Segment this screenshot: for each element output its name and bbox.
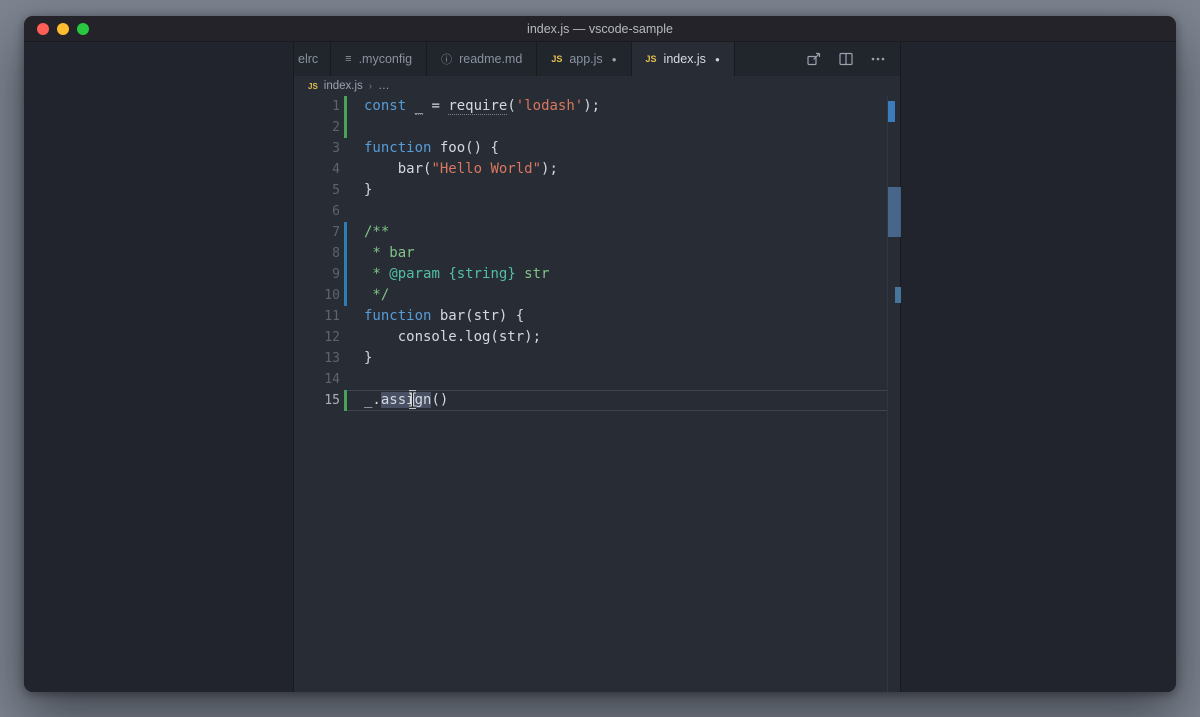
breadcrumb: JS index.js › …	[294, 76, 900, 96]
chevron-right-icon: ›	[369, 81, 372, 92]
line-number: 6	[294, 201, 340, 222]
markdown-info-icon: ⓘ	[441, 51, 452, 67]
tab-elrc[interactable]: elrc	[294, 42, 331, 76]
code-text[interactable]: }	[347, 348, 887, 369]
line-number: 12	[294, 327, 340, 348]
window-body: elrc ≡ .myconfig ⓘ readme.md JS app.js ● JS index…	[24, 42, 1176, 692]
code-line-10: 10 */	[294, 285, 887, 306]
tab-readme.md[interactable]: ⓘ readme.md	[427, 42, 537, 76]
code-text[interactable]: const _ = require('lodash');	[347, 96, 887, 117]
code-text[interactable]: function foo() {	[347, 138, 887, 159]
code-text[interactable]: function bar(str) {	[347, 306, 887, 327]
code-editor: 1 const _ = require('lodash'); 23 function …	[294, 96, 900, 692]
modified-dot-icon[interactable]: ●	[612, 55, 617, 64]
window-title: index.js — vscode-sample	[527, 22, 673, 36]
sidebar-panel	[24, 42, 294, 692]
code-line-3: 3 function foo() {	[294, 138, 887, 159]
line-number: 8	[294, 243, 340, 264]
code-lines: 1 const _ = require('lodash'); 23 function …	[294, 96, 887, 692]
code-line-8: 8 * bar	[294, 243, 887, 264]
line-number: 15	[294, 390, 340, 411]
tab-label: .myconfig	[359, 52, 413, 66]
code-text[interactable]: console.log(str);	[347, 327, 887, 348]
code-text[interactable]: */	[347, 285, 887, 306]
code-line-14: 14	[294, 369, 887, 390]
code-line-1: 1 const _ = require('lodash');	[294, 96, 887, 117]
line-number: 9	[294, 264, 340, 285]
js-file-icon: JS	[551, 54, 562, 64]
overview-ruler-mark	[888, 101, 895, 122]
overview-ruler[interactable]	[887, 96, 900, 692]
close-button[interactable]	[37, 23, 49, 35]
js-file-icon: JS	[646, 54, 657, 64]
overview-ruler-mark	[895, 287, 901, 303]
code-line-2: 2	[294, 117, 887, 138]
modified-dot-icon[interactable]: ●	[715, 55, 720, 64]
code-text[interactable]	[347, 369, 887, 390]
line-number: 2	[294, 117, 340, 138]
code-text[interactable]: * bar	[347, 243, 887, 264]
tab-index.js[interactable]: JS index.js ●	[632, 42, 735, 76]
code-line-9: 9 * @param {string} str	[294, 264, 887, 285]
open-changes-icon[interactable]	[805, 51, 822, 68]
code-line-4: 4 bar("Hello World");	[294, 159, 887, 180]
tab-.myconfig[interactable]: ≡ .myconfig	[331, 42, 427, 76]
overview-ruler-mark	[888, 187, 901, 237]
line-number: 10	[294, 285, 340, 306]
tab-label: index.js	[664, 52, 706, 66]
code-text[interactable]	[347, 117, 887, 138]
code-text[interactable]: _.assign()	[347, 390, 887, 411]
code-text[interactable]: bar("Hello World");	[347, 159, 887, 180]
js-file-icon: JS	[308, 82, 318, 91]
editor-group: elrc ≡ .myconfig ⓘ readme.md JS app.js ● JS index…	[294, 42, 901, 692]
code-text[interactable]: /**	[347, 222, 887, 243]
code-line-15: 15 _.assign()	[294, 390, 887, 411]
line-number: 5	[294, 180, 340, 201]
line-number: 7	[294, 222, 340, 243]
settings-file-icon: ≡	[345, 53, 351, 65]
code-line-5: 5}	[294, 180, 887, 201]
more-actions-icon[interactable]	[869, 51, 886, 68]
minimize-button[interactable]	[57, 23, 69, 35]
titlebar: index.js — vscode-sample	[24, 16, 1176, 42]
editor-empty-area	[901, 42, 1176, 692]
code-text[interactable]: * @param {string} str	[347, 264, 887, 285]
split-editor-icon[interactable]	[837, 51, 854, 68]
line-number: 11	[294, 306, 340, 327]
line-number: 1	[294, 96, 340, 117]
tab-label: elrc	[298, 52, 318, 66]
tab-list: elrc ≡ .myconfig ⓘ readme.md JS app.js ● JS index…	[294, 42, 735, 76]
code-line-7: 7 /**	[294, 222, 887, 243]
breadcrumb-file[interactable]: index.js	[324, 80, 363, 92]
traffic-lights	[37, 16, 89, 41]
tab-label: app.js	[569, 52, 602, 66]
code-line-11: 11 function bar(str) {	[294, 306, 887, 327]
code-text[interactable]	[347, 201, 887, 222]
tab-bar: elrc ≡ .myconfig ⓘ readme.md JS app.js ● JS index…	[294, 42, 900, 76]
tab-app.js[interactable]: JS app.js ●	[537, 42, 631, 76]
code-text[interactable]: }	[347, 180, 887, 201]
code-line-12: 12 console.log(str);	[294, 327, 887, 348]
vscode-window: index.js — vscode-sample elrc ≡ .myconfig ⓘ…	[24, 16, 1176, 692]
line-number: 14	[294, 369, 340, 390]
zoom-button[interactable]	[77, 23, 89, 35]
code-line-6: 6	[294, 201, 887, 222]
tab-label: readme.md	[459, 52, 522, 66]
tab-actions	[791, 42, 900, 76]
line-number: 13	[294, 348, 340, 369]
code-line-13: 13}	[294, 348, 887, 369]
breadcrumb-more[interactable]: …	[378, 80, 390, 92]
line-number: 4	[294, 159, 340, 180]
line-number: 3	[294, 138, 340, 159]
